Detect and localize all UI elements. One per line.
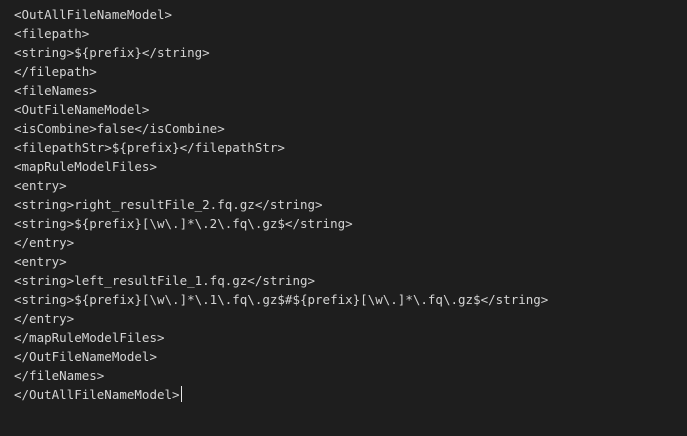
code-line[interactable]: </filepath> — [14, 62, 687, 81]
code-line[interactable]: </fileNames> — [14, 366, 687, 385]
code-line-text: <string>${prefix}</string> — [14, 45, 210, 60]
code-line[interactable]: </entry> — [14, 309, 687, 328]
code-line-text: <filepathStr>${prefix}</filepathStr> — [14, 140, 285, 155]
code-line-text: <string>${prefix}[\w\.]*\.1\.fq\.gz$#${p… — [14, 292, 549, 307]
code-line[interactable]: <OutAllFileNameModel> — [14, 5, 687, 24]
text-cursor — [180, 386, 183, 402]
code-line-text: </filepath> — [14, 64, 97, 79]
code-lines: <OutAllFileNameModel> <filepath> <string… — [14, 5, 687, 404]
code-line[interactable]: <isCombine>false</isCombine> — [14, 119, 687, 138]
code-line-text: <string>${prefix}[\w\.]*\.2\.fq\.gz$</st… — [14, 216, 353, 231]
code-line-text: <fileNames> — [14, 83, 97, 98]
code-line-text: </OutAllFileNameModel> — [14, 387, 180, 402]
code-line-text: <entry> — [14, 254, 67, 269]
code-line-active[interactable]: </OutAllFileNameModel> — [14, 385, 687, 404]
code-line-text: <OutAllFileNameModel> — [14, 7, 173, 22]
code-line[interactable]: </entry> — [14, 233, 687, 252]
code-line-text: <OutFileNameModel> — [14, 102, 150, 117]
code-line[interactable]: <string>left_resultFile_1.fq.gz</string> — [14, 271, 687, 290]
code-line-text: <mapRuleModelFiles> — [14, 159, 157, 174]
code-line[interactable]: <entry> — [14, 176, 687, 195]
code-line-text: </mapRuleModelFiles> — [14, 330, 165, 345]
code-line[interactable]: <entry> — [14, 252, 687, 271]
code-line[interactable]: </OutFileNameModel> — [14, 347, 687, 366]
code-line-text: <isCombine>false</isCombine> — [14, 121, 225, 136]
code-line[interactable]: <mapRuleModelFiles> — [14, 157, 687, 176]
code-editor[interactable]: <OutAllFileNameModel> <filepath> <string… — [0, 0, 687, 436]
code-line[interactable]: <filepath> — [14, 24, 687, 43]
code-line-text: <filepath> — [14, 26, 90, 41]
code-line[interactable]: </mapRuleModelFiles> — [14, 328, 687, 347]
code-line-text: </entry> — [14, 311, 75, 326]
code-line-text: </fileNames> — [14, 368, 105, 383]
code-line[interactable]: <string>${prefix}</string> — [14, 43, 687, 62]
code-line-text: <string>left_resultFile_1.fq.gz</string> — [14, 273, 316, 288]
code-line[interactable]: <string>${prefix}[\w\.]*\.2\.fq\.gz$</st… — [14, 214, 687, 233]
code-line[interactable]: <fileNames> — [14, 81, 687, 100]
code-line[interactable]: <string>right_resultFile_2.fq.gz</string… — [14, 195, 687, 214]
code-line-text: </OutFileNameModel> — [14, 349, 157, 364]
code-line-text: <string>right_resultFile_2.fq.gz</string… — [14, 197, 323, 212]
code-line-text: </entry> — [14, 235, 75, 250]
code-line[interactable]: <OutFileNameModel> — [14, 100, 687, 119]
code-line[interactable]: <filepathStr>${prefix}</filepathStr> — [14, 138, 687, 157]
code-line-text: <entry> — [14, 178, 67, 193]
code-line[interactable]: <string>${prefix}[\w\.]*\.1\.fq\.gz$#${p… — [14, 290, 687, 309]
